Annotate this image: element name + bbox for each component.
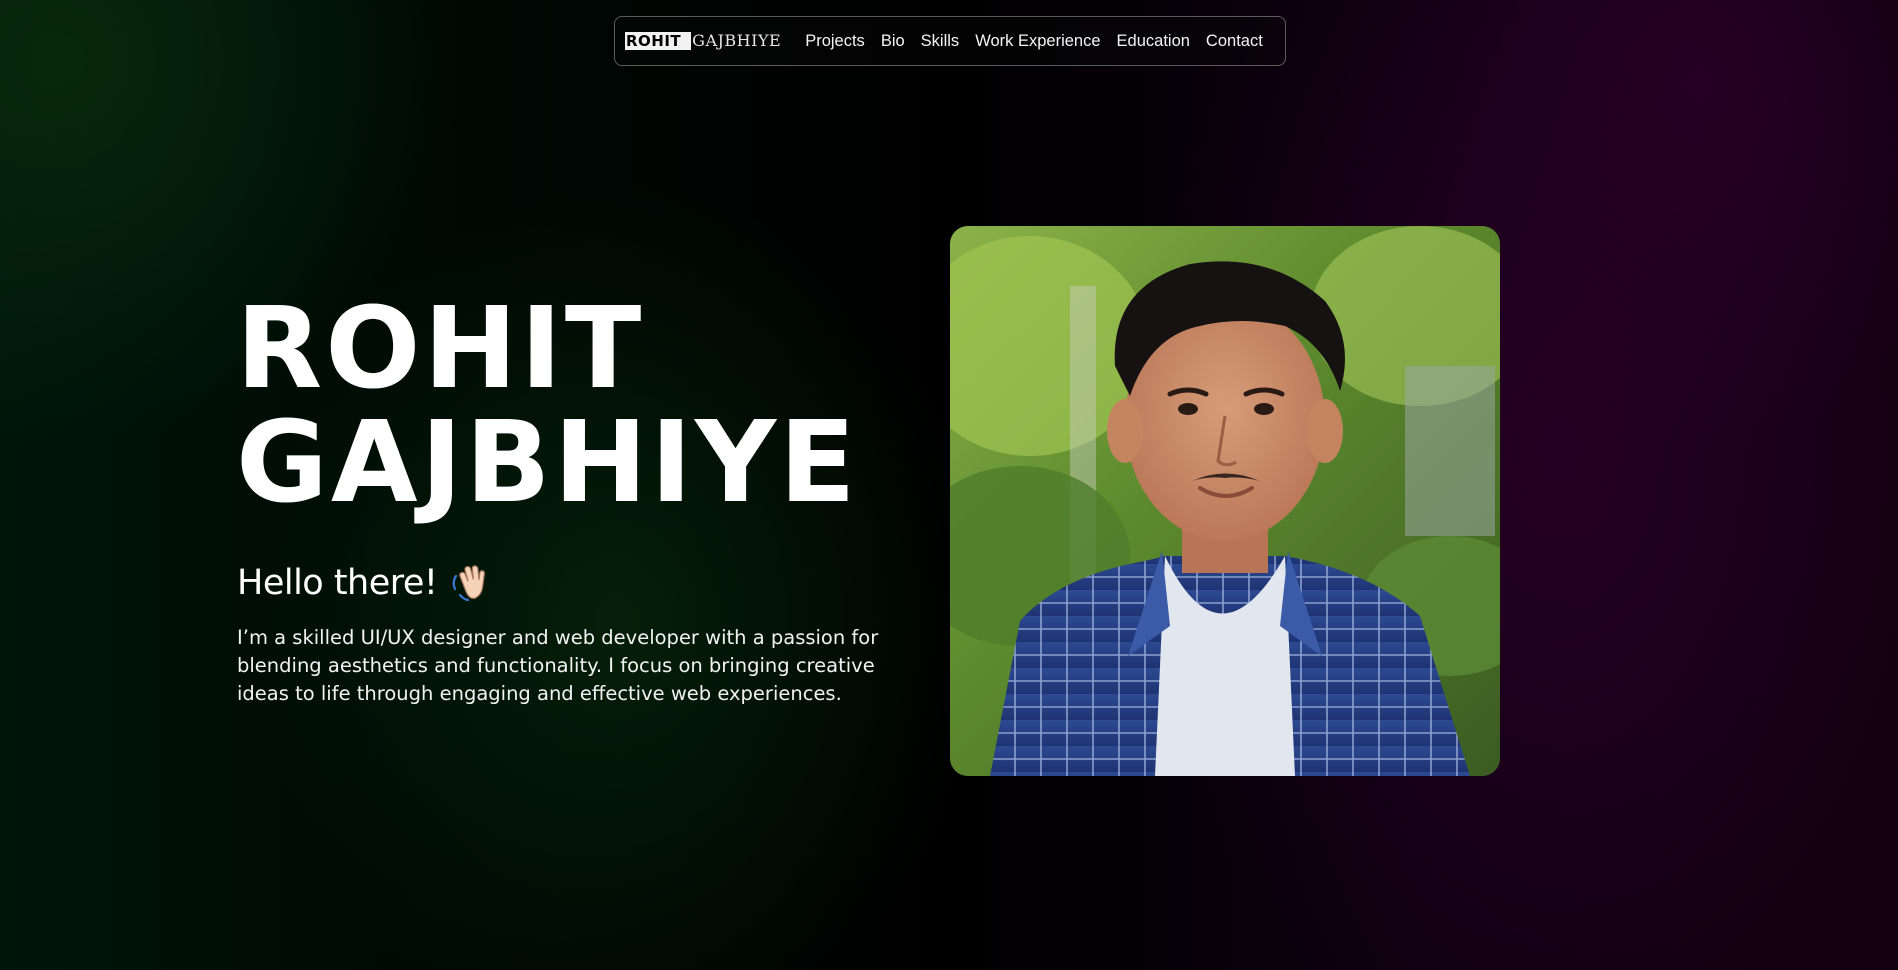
nav-link-work-experience[interactable]: Work Experience — [975, 32, 1100, 51]
nav-link-contact[interactable]: Contact — [1206, 32, 1263, 51]
waving-hand-icon — [449, 562, 491, 604]
logo-last-name: GAJBHIYE — [692, 31, 782, 50]
hero-last-name: GAJBHIYE — [236, 398, 859, 528]
nav-link-projects[interactable]: Projects — [805, 32, 865, 51]
bio-paragraph: I’m a skilled UI/UX designer and web dev… — [237, 626, 879, 705]
hero-name-heading: ROHIT GAJBHIYE — [236, 292, 859, 520]
greeting: Hello there! — [237, 562, 491, 604]
site-logo[interactable]: ROHIT GAJBHIYE — [625, 32, 781, 50]
profile-photo — [950, 226, 1500, 776]
nav-link-education[interactable]: Education — [1117, 32, 1190, 51]
hero-first-name: ROHIT — [236, 284, 645, 414]
nav-link-skills[interactable]: Skills — [921, 32, 960, 51]
top-navbar: ROHIT GAJBHIYE Projects Bio Skills Work … — [614, 16, 1286, 66]
nav-link-bio[interactable]: Bio — [881, 32, 905, 51]
logo-first-name: ROHIT — [625, 32, 692, 50]
greeting-text: Hello there! — [237, 563, 438, 603]
